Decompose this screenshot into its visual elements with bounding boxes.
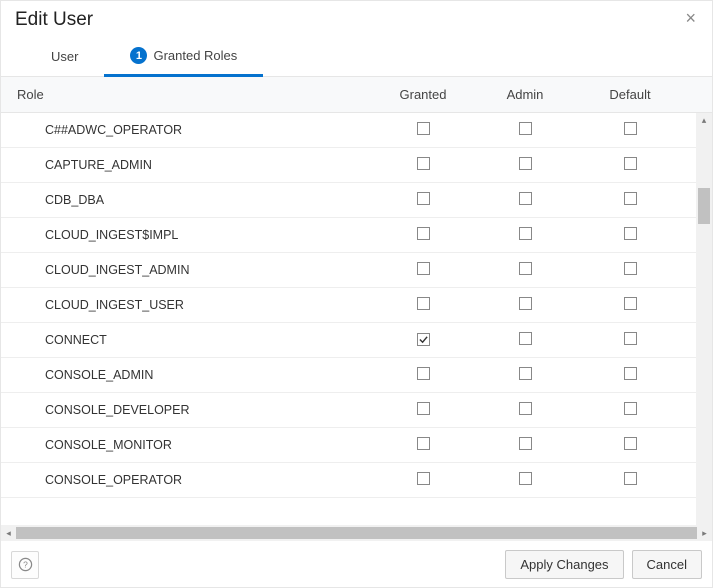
table-row: CLOUD_INGEST_ADMIN: [1, 253, 696, 288]
horizontal-scroll-thumb[interactable]: [16, 527, 697, 539]
vertical-scroll-thumb[interactable]: [698, 188, 710, 224]
horizontal-scrollbar[interactable]: ◂ ▸: [1, 525, 712, 541]
checkbox-admin[interactable]: [519, 332, 532, 345]
checkbox-default[interactable]: [624, 227, 637, 240]
checkbox-default[interactable]: [624, 402, 637, 415]
checkbox-admin[interactable]: [519, 402, 532, 415]
role-name: CONNECT: [1, 333, 371, 347]
dialog-footer: ? Apply Changes Cancel: [1, 541, 712, 587]
apply-changes-button[interactable]: Apply Changes: [505, 550, 623, 579]
table-row: CONSOLE_MONITOR: [1, 428, 696, 463]
checkbox-admin[interactable]: [519, 122, 532, 135]
checkbox-granted[interactable]: [417, 262, 430, 275]
checkbox-granted[interactable]: [417, 402, 430, 415]
table-row: CLOUD_INGEST$IMPL: [1, 218, 696, 253]
table-row: CONSOLE_OPERATOR: [1, 463, 696, 498]
checkbox-granted[interactable]: [417, 297, 430, 310]
tab-user[interactable]: User: [25, 37, 104, 76]
checkbox-admin[interactable]: [519, 437, 532, 450]
checkbox-admin[interactable]: [519, 297, 532, 310]
checkbox-default[interactable]: [624, 472, 637, 485]
tab-granted-label: Granted Roles: [153, 48, 237, 63]
checkbox-granted[interactable]: [417, 227, 430, 240]
table-row: CAPTURE_ADMIN: [1, 148, 696, 183]
tab-granted-roles[interactable]: 1 Granted Roles: [104, 37, 263, 77]
checkbox-granted[interactable]: [417, 437, 430, 450]
column-role[interactable]: Role: [1, 87, 371, 102]
role-name: CLOUD_INGEST$IMPL: [1, 228, 371, 242]
column-default[interactable]: Default: [575, 87, 685, 102]
table-row: CONSOLE_ADMIN: [1, 358, 696, 393]
role-name: C##ADWC_OPERATOR: [1, 123, 371, 137]
checkbox-default[interactable]: [624, 122, 637, 135]
checkbox-admin[interactable]: [519, 192, 532, 205]
checkbox-admin[interactable]: [519, 367, 532, 380]
checkbox-default[interactable]: [624, 367, 637, 380]
vertical-scrollbar[interactable]: ▴: [696, 113, 712, 525]
role-name: CONSOLE_ADMIN: [1, 368, 371, 382]
checkbox-granted[interactable]: [417, 367, 430, 380]
role-name: CLOUD_INGEST_USER: [1, 298, 371, 312]
table-row: C##ADWC_OPERATOR: [1, 113, 696, 148]
role-name: CONSOLE_OPERATOR: [1, 473, 371, 487]
role-name: CAPTURE_ADMIN: [1, 158, 371, 172]
table-header: Role Granted Admin Default: [1, 77, 712, 113]
checkbox-granted[interactable]: [417, 472, 430, 485]
svg-text:?: ?: [23, 559, 28, 569]
close-icon[interactable]: ×: [683, 9, 698, 27]
cancel-button[interactable]: Cancel: [632, 550, 702, 579]
checkbox-default[interactable]: [624, 262, 637, 275]
checkbox-granted[interactable]: [417, 192, 430, 205]
checkbox-default[interactable]: [624, 192, 637, 205]
scroll-left-icon[interactable]: ◂: [1, 526, 16, 541]
checkbox-granted[interactable]: [417, 157, 430, 170]
table-row: CDB_DBA: [1, 183, 696, 218]
column-admin[interactable]: Admin: [475, 87, 575, 102]
help-icon[interactable]: ?: [11, 551, 39, 579]
table-body-area: C##ADWC_OPERATOR CAPTURE_ADMIN CDB_DBA CLOU…: [1, 113, 712, 525]
table-row: CONSOLE_DEVELOPER: [1, 393, 696, 428]
checkbox-default[interactable]: [624, 157, 637, 170]
checkbox-admin[interactable]: [519, 262, 532, 275]
edit-user-dialog: Edit User × User 1 Granted Roles Role Gr…: [0, 0, 713, 588]
checkbox-admin[interactable]: [519, 227, 532, 240]
checkbox-default[interactable]: [624, 437, 637, 450]
role-name: CONSOLE_MONITOR: [1, 438, 371, 452]
checkbox-admin[interactable]: [519, 157, 532, 170]
role-name: CONSOLE_DEVELOPER: [1, 403, 371, 417]
tabs: User 1 Granted Roles: [1, 37, 712, 77]
checkbox-default[interactable]: [624, 332, 637, 345]
granted-count-badge: 1: [130, 47, 147, 64]
table-row: CONNECT: [1, 323, 696, 358]
tab-user-label: User: [51, 49, 78, 64]
role-name: CLOUD_INGEST_ADMIN: [1, 263, 371, 277]
checkbox-granted[interactable]: [417, 122, 430, 135]
checkbox-granted[interactable]: [417, 333, 430, 346]
scroll-up-icon[interactable]: ▴: [696, 113, 712, 128]
dialog-title: Edit User: [15, 9, 93, 31]
column-granted[interactable]: Granted: [371, 87, 475, 102]
checkbox-admin[interactable]: [519, 472, 532, 485]
dialog-titlebar: Edit User ×: [1, 1, 712, 37]
role-rows: C##ADWC_OPERATOR CAPTURE_ADMIN CDB_DBA CLOU…: [1, 113, 696, 525]
scroll-right-icon[interactable]: ▸: [697, 526, 712, 541]
checkbox-default[interactable]: [624, 297, 637, 310]
role-name: CDB_DBA: [1, 193, 371, 207]
table-row: CLOUD_INGEST_USER: [1, 288, 696, 323]
